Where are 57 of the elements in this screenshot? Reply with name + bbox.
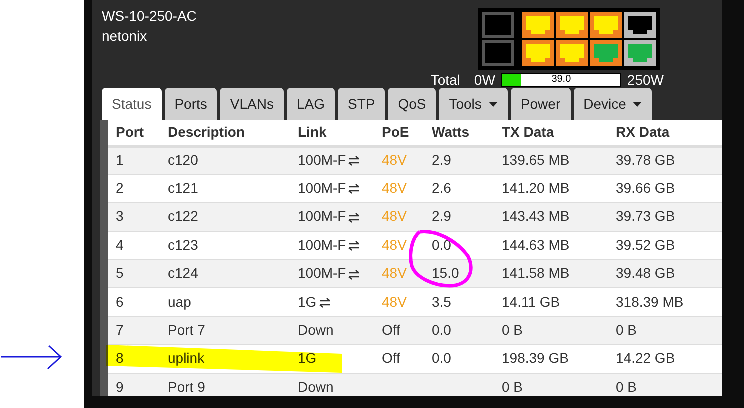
- tab[interactable]: VLANs: [220, 88, 284, 120]
- device-model: WS-10-250-AC: [102, 7, 197, 26]
- table-cell: 39.48 GB: [608, 260, 722, 288]
- table-cell: 139.65 MB: [494, 146, 608, 174]
- poe-status: Off: [382, 350, 400, 366]
- link-status: 100M-F: [298, 208, 346, 224]
- tab[interactable]: Status: [102, 88, 162, 120]
- table-cell: c120: [160, 146, 290, 174]
- link-status: 100M-F: [298, 265, 346, 282]
- tab[interactable]: STP: [338, 88, 386, 120]
- table-cell: 141.58 MB: [494, 260, 608, 288]
- poe-status: 48V: [382, 180, 407, 196]
- poe-status: 48V: [382, 294, 407, 310]
- table-cell: 2.9: [424, 146, 494, 174]
- table-cell: 39.78 GB: [608, 146, 722, 174]
- tab[interactable]: Tools: [439, 88, 508, 120]
- poe-status: 48V: [382, 236, 407, 253]
- sfp-port-icon: [482, 40, 514, 66]
- poe-status: Off: [382, 322, 400, 338]
- link-status: 100M-F: [298, 152, 346, 168]
- tab[interactable]: QoS: [388, 88, 436, 120]
- sfp-port-icon: [482, 12, 514, 38]
- power-reading: 39.0: [550, 73, 572, 87]
- table-cell: Port 7: [160, 316, 290, 345]
- table-cell: 3: [108, 202, 160, 232]
- link-status: Down: [298, 379, 334, 396]
- table-cell: Port 9: [160, 373, 290, 396]
- table-cell: 0 B: [608, 316, 722, 345]
- table-cell: 1: [108, 146, 160, 174]
- table-cell: 143.43 MB: [494, 202, 608, 232]
- table-cell: 5: [108, 260, 160, 288]
- table-cell: 0.0: [424, 316, 494, 345]
- table-cell: 0 B: [494, 373, 608, 396]
- power-min: 0W: [474, 72, 496, 88]
- table-cell: c124: [160, 260, 290, 288]
- tab[interactable]: Device: [574, 88, 652, 120]
- link-status: 100M-F: [298, 180, 346, 196]
- link-status: Down: [298, 322, 334, 338]
- table-cell: 2.9: [424, 202, 494, 232]
- table-cell: 9: [108, 373, 160, 396]
- tab[interactable]: LAG: [286, 88, 335, 120]
- table-cell: 0 B: [494, 316, 608, 345]
- table-cell: 7: [108, 316, 160, 345]
- power-max: 250W: [627, 72, 664, 88]
- brand-name: netonix: [102, 27, 148, 46]
- link-status: 1G: [298, 350, 317, 366]
- power-label: Total: [430, 72, 460, 88]
- tab[interactable]: Ports: [164, 88, 218, 120]
- tab[interactable]: Power: [510, 88, 571, 120]
- table-cell: 39.73 GB: [608, 202, 722, 232]
- poe-status: 48V: [382, 208, 407, 224]
- table-cell: 0 B: [608, 373, 722, 396]
- link-status: 100M-F: [298, 236, 346, 253]
- poe-status: 48V: [382, 152, 407, 168]
- link-status: 1G: [298, 294, 317, 310]
- poe-status: 48V: [382, 265, 407, 282]
- table-cell: c122: [160, 202, 290, 232]
